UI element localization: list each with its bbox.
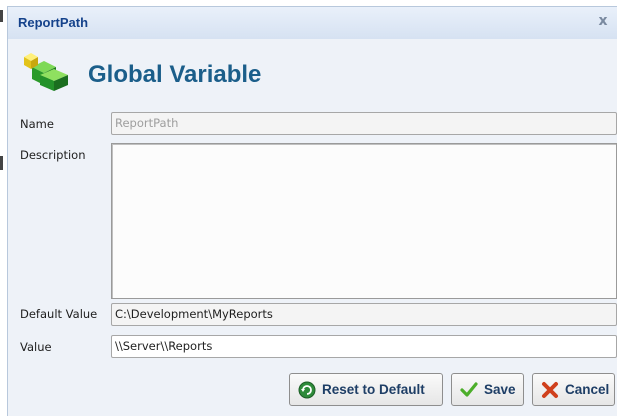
background-window-edge	[0, 0, 6, 416]
reset-to-default-label: Reset to Default	[322, 382, 425, 397]
description-label: Description	[20, 148, 86, 162]
title-bar[interactable]: ReportPath x	[8, 7, 617, 39]
global-variable-dialog: ReportPath x Global Variable Name Report…	[7, 6, 617, 416]
save-label: Save	[484, 382, 516, 397]
name-field[interactable]: ReportPath	[111, 112, 617, 135]
reset-to-default-button[interactable]: Reset to Default	[289, 373, 443, 406]
close-icon[interactable]: x	[595, 13, 611, 29]
value-label: Value	[20, 340, 52, 354]
value-field[interactable]: \\Server\\Reports	[111, 335, 617, 358]
cancel-x-icon	[542, 381, 558, 398]
default-value-label: Default Value	[20, 307, 98, 321]
cancel-button[interactable]: Cancel	[532, 373, 615, 406]
window-title: ReportPath	[18, 15, 89, 30]
green-cube-icon	[24, 53, 68, 91]
checkmark-icon	[460, 381, 478, 397]
cancel-label: Cancel	[565, 382, 610, 397]
name-label: Name	[20, 117, 54, 131]
page-title: Global Variable	[88, 61, 262, 88]
background-edge-mark	[0, 10, 3, 22]
save-button[interactable]: Save	[451, 373, 524, 406]
default-value-field[interactable]: C:\Development\MyReports	[111, 303, 617, 326]
refresh-icon	[298, 381, 316, 398]
background-edge-mark	[0, 156, 3, 170]
description-field[interactable]	[111, 143, 617, 299]
